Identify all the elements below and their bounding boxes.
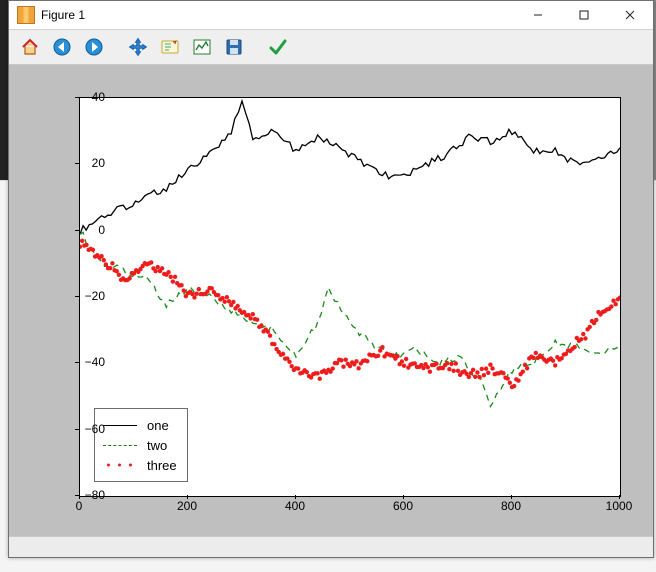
- legend: one two three: [94, 408, 188, 482]
- figure-window: Figure 1: [8, 0, 654, 558]
- statusbar: [9, 536, 653, 557]
- forward-button[interactable]: [79, 32, 109, 62]
- legend-item-one: one: [103, 415, 177, 435]
- legend-label: three: [147, 458, 177, 473]
- legend-label: one: [147, 418, 169, 433]
- app-icon: [17, 6, 35, 24]
- window-title: Figure 1: [41, 8, 85, 22]
- save-button[interactable]: [219, 32, 249, 62]
- y-tick-label: −40: [65, 355, 105, 369]
- home-button[interactable]: [15, 32, 45, 62]
- mpl-toolbar: [9, 30, 653, 65]
- axes: one two three: [79, 97, 621, 497]
- close-button[interactable]: [607, 1, 653, 29]
- legend-label: two: [147, 438, 167, 453]
- minimize-button[interactable]: [515, 1, 561, 29]
- x-tick-label: 200: [167, 499, 207, 513]
- maximize-button[interactable]: [561, 1, 607, 29]
- y-tick-label: −60: [65, 422, 105, 436]
- y-tick-label: −20: [65, 289, 105, 303]
- configure-subplots-button[interactable]: [187, 32, 217, 62]
- x-tick-label: 800: [491, 499, 531, 513]
- zoom-button[interactable]: [155, 32, 185, 62]
- x-tick-label: 1000: [599, 499, 639, 513]
- x-tick-label: 400: [275, 499, 315, 513]
- y-tick-label: 20: [65, 156, 105, 170]
- legend-item-two: two: [103, 435, 177, 455]
- pan-button[interactable]: [123, 32, 153, 62]
- y-tick-label: 40: [65, 90, 105, 104]
- x-tick-label: 0: [59, 499, 99, 513]
- edit-params-button[interactable]: [263, 32, 293, 62]
- plot-canvas[interactable]: one two three −80−60−40−2002040 0200400: [9, 65, 653, 536]
- legend-item-three: three: [103, 455, 177, 475]
- y-tick-label: 0: [65, 223, 105, 237]
- back-button[interactable]: [47, 32, 77, 62]
- x-tick-label: 600: [383, 499, 423, 513]
- titlebar[interactable]: Figure 1: [9, 1, 653, 30]
